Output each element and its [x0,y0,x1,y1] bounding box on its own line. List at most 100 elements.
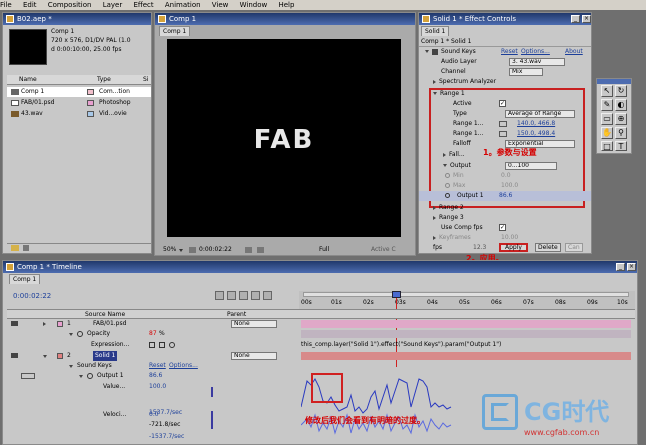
project-item[interactable]: 43.wav Vid...ovie [7,109,151,119]
tab-timeline-comp1[interactable]: Comp 1 [9,274,41,284]
hand-tool-icon[interactable]: ✋ [601,127,613,139]
minimize-button[interactable]: _ [571,15,580,23]
motion-blur-icon[interactable] [239,291,248,300]
project-item[interactable]: Comp 1 Com...tion [7,87,151,97]
stopwatch-icon[interactable] [445,173,450,178]
expand-triangle-icon[interactable] [43,355,47,358]
current-time-indicator-head[interactable] [392,291,401,298]
layer-row[interactable]: 2 Solid 1 None [7,351,635,361]
spectrum-analyzer-row[interactable]: Spectrum Analyzer [419,77,591,87]
column-size[interactable]: Si [143,75,148,85]
text-tool-icon[interactable]: T [615,141,627,151]
camera-view-select[interactable]: Active C [371,245,396,255]
crosshair-icon[interactable] [499,121,507,127]
menu-layer[interactable]: Layer [103,1,123,9]
sound-keys-options-link[interactable]: Options... [169,361,198,371]
expand-triangle-icon[interactable] [43,322,46,326]
stopwatch-icon[interactable] [77,331,83,337]
comp-titlebar[interactable]: Comp 1 [155,13,415,25]
shy-icon[interactable] [215,291,224,300]
visibility-icon[interactable] [11,321,18,326]
work-area-bar[interactable] [303,292,629,297]
column-type[interactable]: Type [97,75,111,85]
expression-enable-icon[interactable] [149,342,155,348]
sound-keys-reset-link[interactable]: Reset [149,361,166,371]
expand-triangle-icon[interactable] [433,215,436,220]
expand-triangle-icon[interactable] [433,79,436,84]
expression-graph-icon[interactable] [159,342,165,348]
stopwatch-icon[interactable] [445,183,450,188]
crosshair-icon[interactable] [499,131,507,137]
audio-layer-select[interactable]: 3. 43.wav [509,58,565,66]
column-name[interactable]: Name [19,75,37,85]
orbit-tool-icon[interactable]: ◐ [615,99,627,111]
comp-timecode[interactable]: 0:00:02:22 [199,245,232,255]
expand-triangle-icon[interactable] [69,365,73,368]
stopwatch-icon[interactable] [87,373,93,379]
timeline-close-button[interactable]: × [627,263,636,271]
min-value[interactable]: 0.0 [501,171,511,181]
menu-file[interactable]: File [0,1,12,9]
use-comp-fps-checkbox[interactable]: ✓ [499,224,506,231]
expand-triangle-icon[interactable] [69,333,73,336]
graph-icon[interactable] [251,291,260,300]
tab-solid1[interactable]: Solid 1 [421,26,450,36]
opacity-value[interactable]: 87 [149,329,157,339]
selection-tool-icon[interactable]: ↖ [601,85,613,97]
menu-composition[interactable]: Composition [48,1,92,9]
options-link[interactable]: Options... [521,47,550,57]
rotate-tool-icon[interactable]: ↻ [615,85,627,97]
project-titlebar[interactable]: B02.aep * [3,13,151,25]
active-checkbox[interactable]: ✓ [499,100,506,107]
snapshot-icon[interactable] [245,247,252,253]
folder-icon[interactable] [11,245,19,251]
trash-icon[interactable] [23,245,29,251]
menu-view[interactable]: View [212,1,229,9]
draft-icon[interactable] [263,291,272,300]
about-link[interactable]: About [565,47,583,57]
delete-button[interactable]: Delete [535,243,561,252]
column-source-name[interactable]: Source Name [85,310,125,319]
expand-triangle-icon[interactable] [79,375,83,378]
camera-icon[interactable] [189,247,196,253]
channel-icon[interactable] [257,247,264,253]
expand-triangle-icon[interactable] [433,235,436,240]
stopwatch-icon[interactable] [445,193,450,198]
menu-effect[interactable]: Effect [133,1,153,9]
close-button[interactable]: × [582,15,591,23]
expand-triangle-icon[interactable] [425,50,429,53]
track-tool-icon[interactable]: ⊕ [615,113,627,125]
expand-triangle-icon[interactable] [443,164,447,167]
menu-animation[interactable]: Animation [165,1,201,9]
layer-parent-select[interactable]: None [231,320,277,328]
range1-row[interactable]: Range 1 [419,89,591,99]
frame-blend-icon[interactable] [227,291,236,300]
timeline-minimize-button[interactable]: _ [616,263,625,271]
menu-edit[interactable]: Edit [23,1,37,9]
project-item[interactable]: FAB/01.psd Photoshop [7,98,151,108]
expand-triangle-icon[interactable] [443,152,446,157]
expand-triangle-icon[interactable] [433,92,437,95]
type-select[interactable]: Average of Range [505,110,575,118]
mask-tool-icon[interactable]: ▭ [601,113,613,125]
comp-canvas[interactable]: FAB [167,39,401,237]
resolution-select[interactable]: Full [319,245,329,255]
range2-row[interactable]: Range 2 [419,203,591,213]
layer-duration-bar[interactable] [301,320,631,328]
channel-select[interactable]: Mix [509,68,543,76]
zoom-tool-icon[interactable]: ⚲ [615,127,627,139]
expression-pickwhip-icon[interactable] [169,342,175,348]
keyframes-value[interactable]: 10.00 [501,233,518,243]
range1a-value[interactable]: 140.0, 466.8 [517,119,555,129]
layer-parent-select[interactable]: None [231,352,277,360]
fall-row[interactable]: Fall... 1。参数与设置 [419,148,591,160]
timeline-timecode[interactable]: 0:00:02:22 [13,292,51,300]
rectangle-tool-icon[interactable]: □ [601,141,613,151]
pen-tool-icon[interactable]: ✎ [601,99,613,111]
time-ruler[interactable]: 00s 01s 02s 03s 04s 05s 06s 07s 08s 09s … [299,291,635,309]
reset-link[interactable]: Reset [501,47,518,57]
cancel-button[interactable]: Can [565,243,583,252]
layer-row[interactable]: 1 FAB/01.psd None [7,319,635,329]
output1-value[interactable]: 86.6 [149,371,162,381]
visibility-icon[interactable] [11,353,18,358]
